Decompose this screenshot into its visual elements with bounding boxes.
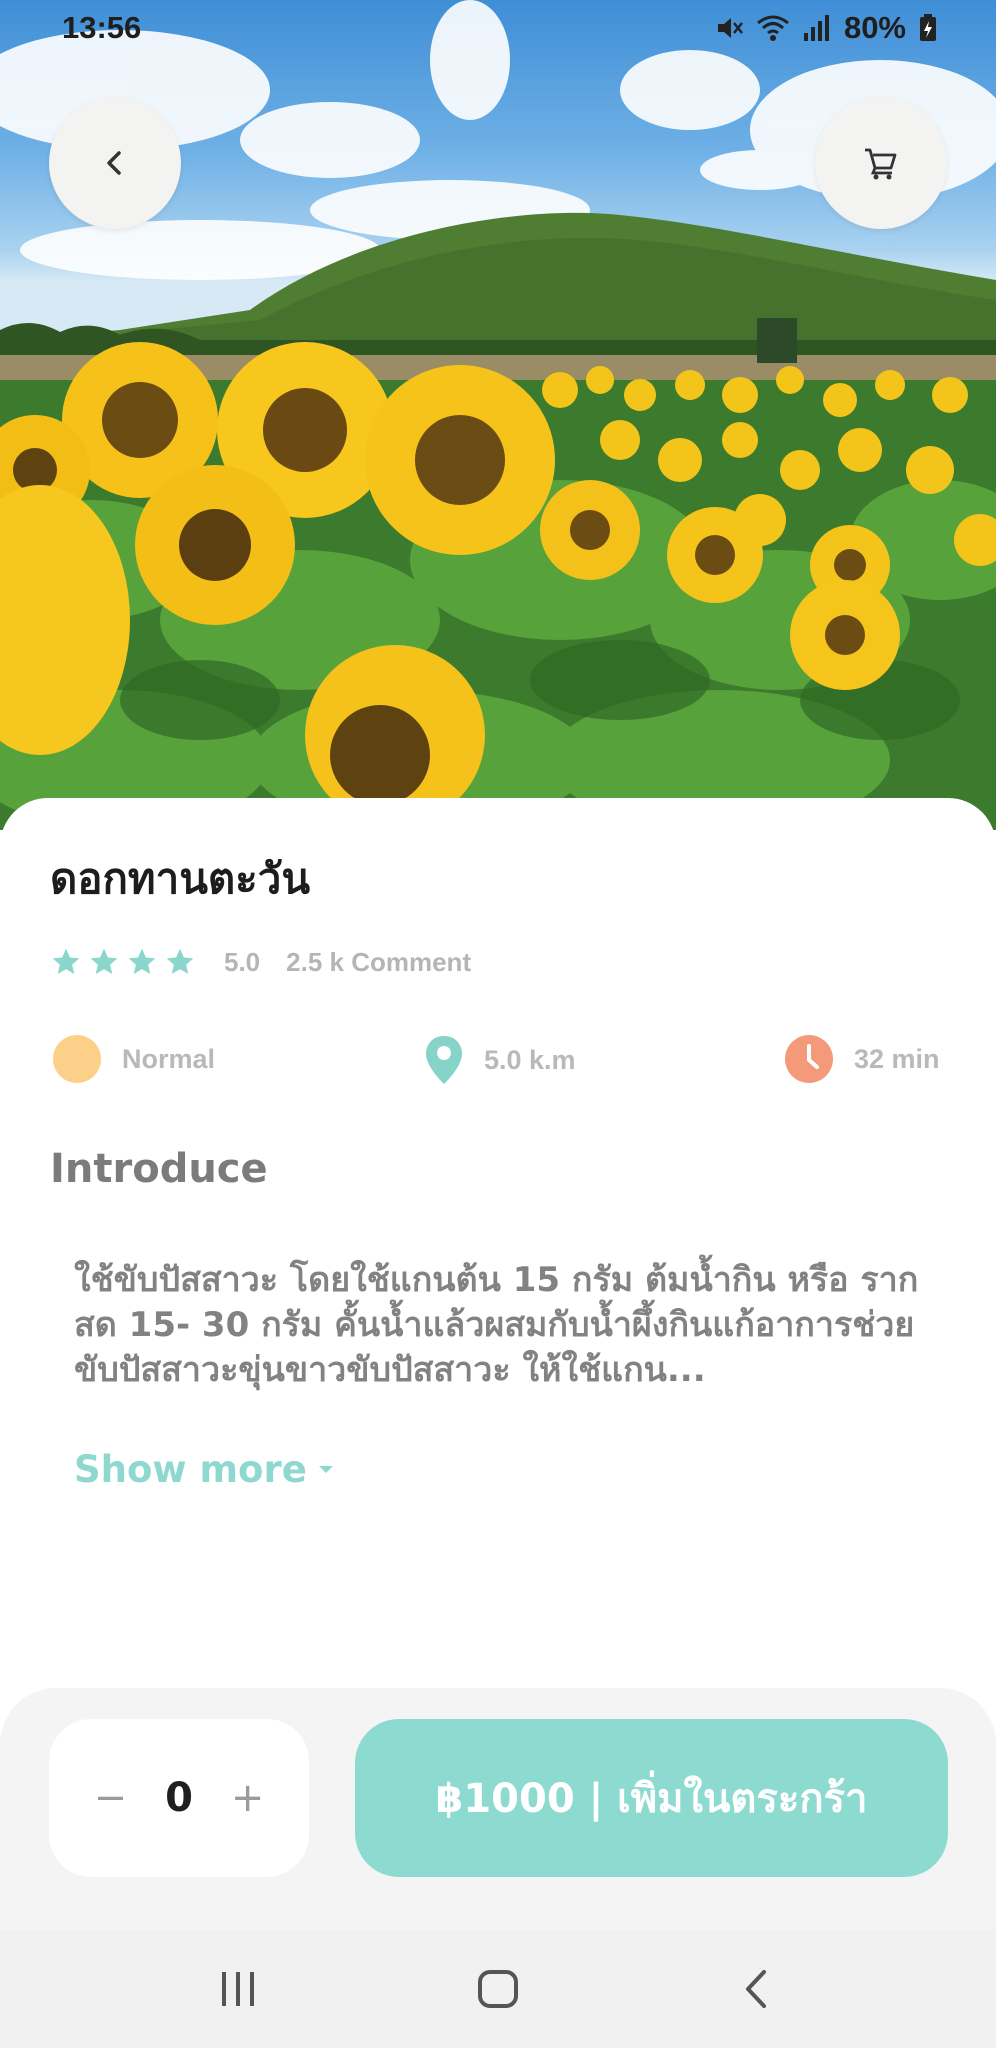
intro-text: ใช้ขับปัสสาวะ โดยใช้แกนต้น 15 กรัม ต้มน้…	[74, 1260, 919, 1390]
duration-label: 32 min	[854, 1043, 940, 1074]
wifi-icon	[757, 15, 789, 41]
info-row: Normal 5.0 k.m 32 min	[0, 1034, 996, 1088]
detail-sheet	[0, 798, 996, 1698]
rating-row: 5.0 2.5 k Comment	[50, 946, 471, 978]
mute-icon	[717, 18, 743, 38]
chevron-left-icon	[107, 151, 121, 175]
battery-icon	[920, 14, 936, 41]
clock-icon	[785, 1035, 833, 1083]
show-more-link[interactable]: Show more	[74, 1448, 335, 1491]
caret-down-icon	[318, 1465, 333, 1473]
star-icon	[90, 948, 118, 974]
add-to-cart-button[interactable]: ฿1000 | เพิ่มในตระกร้า	[355, 1719, 948, 1877]
star-icon	[166, 948, 194, 974]
status-time: 13:56	[62, 10, 142, 45]
location-pin-icon	[426, 1036, 462, 1084]
rating-stars	[50, 946, 196, 978]
intro-heading: Introduce	[50, 1146, 268, 1192]
back-button[interactable]	[49, 97, 181, 229]
show-more-label: Show more	[74, 1448, 307, 1491]
increment-button[interactable]: +	[231, 1775, 265, 1821]
cart-button[interactable]	[815, 97, 947, 229]
home-icon[interactable]	[476, 1968, 520, 2010]
info-level: Normal	[52, 1034, 215, 1084]
distance-label: 5.0 k.m	[484, 1044, 576, 1075]
rating-score: 5.0	[224, 946, 261, 977]
level-label: Normal	[122, 1043, 216, 1074]
info-distance: 5.0 k.m	[424, 1034, 576, 1086]
system-nav-bar	[0, 1930, 996, 2048]
battery-percentage: 80%	[843, 10, 906, 45]
recents-icon[interactable]	[218, 1968, 258, 2010]
level-dot-icon	[53, 1035, 101, 1083]
cart-icon	[865, 148, 897, 180]
signal-icon	[803, 15, 829, 41]
status-bar: 13:56 80%	[0, 0, 996, 58]
comment-count: 2.5 k Comment	[286, 946, 472, 977]
info-time: 32 min	[784, 1034, 940, 1084]
nav-back-icon[interactable]	[742, 1968, 772, 2010]
star-icon	[52, 948, 80, 974]
decrement-button[interactable]: −	[94, 1775, 128, 1821]
quantity-value: 0	[165, 1775, 193, 1821]
quantity-stepper: − 0 +	[49, 1719, 309, 1877]
product-title: ดอกทานตะวัน	[50, 854, 311, 903]
star-icon	[128, 948, 156, 974]
status-icons: 80%	[714, 10, 938, 46]
